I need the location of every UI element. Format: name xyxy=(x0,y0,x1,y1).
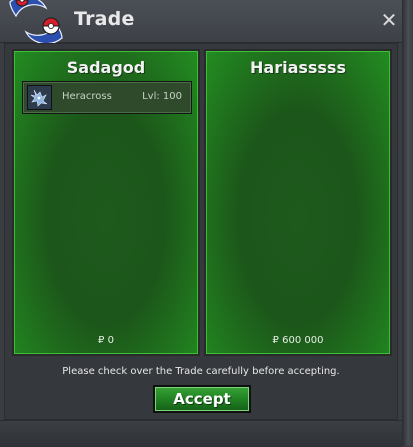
pokemon-level: Lvl: 100 xyxy=(142,91,182,102)
my-offer-panel: Sadagod Heracross Lvl: 100 ₽ 0 xyxy=(12,49,200,356)
title-bar[interactable]: Trade ✕ xyxy=(0,0,402,45)
trade-window: Trade ✕ Sadagod Heracross Lvl: 100 ₽ 0 H… xyxy=(0,0,402,447)
window-title: Trade xyxy=(74,8,135,30)
background-edge xyxy=(402,0,413,446)
window-footer xyxy=(0,420,402,447)
close-button[interactable]: ✕ xyxy=(378,8,400,32)
their-offer-panel: Hariasssss ₽ 600 000 xyxy=(204,49,392,356)
their-trainer-name: Hariasssss xyxy=(250,58,346,77)
heracross-icon-sprite xyxy=(30,89,48,107)
their-offer-money: ₽ 600 000 xyxy=(272,335,324,346)
trade-content: Sadagod Heracross Lvl: 100 ₽ 0 Hariassss… xyxy=(4,43,398,420)
close-icon: ✕ xyxy=(380,8,398,32)
offered-pokemon-slot[interactable]: Heracross Lvl: 100 xyxy=(22,81,192,114)
my-offer-money: ₽ 0 xyxy=(98,335,114,346)
my-trainer-name: Sadagod xyxy=(66,58,146,77)
accept-button[interactable]: Accept xyxy=(153,385,251,413)
pokemon-name: Heracross xyxy=(62,91,112,102)
trade-logo-icon xyxy=(9,0,63,45)
trade-notice: Please check over the Trade carefully be… xyxy=(62,366,340,377)
heracross-icon xyxy=(27,85,52,110)
